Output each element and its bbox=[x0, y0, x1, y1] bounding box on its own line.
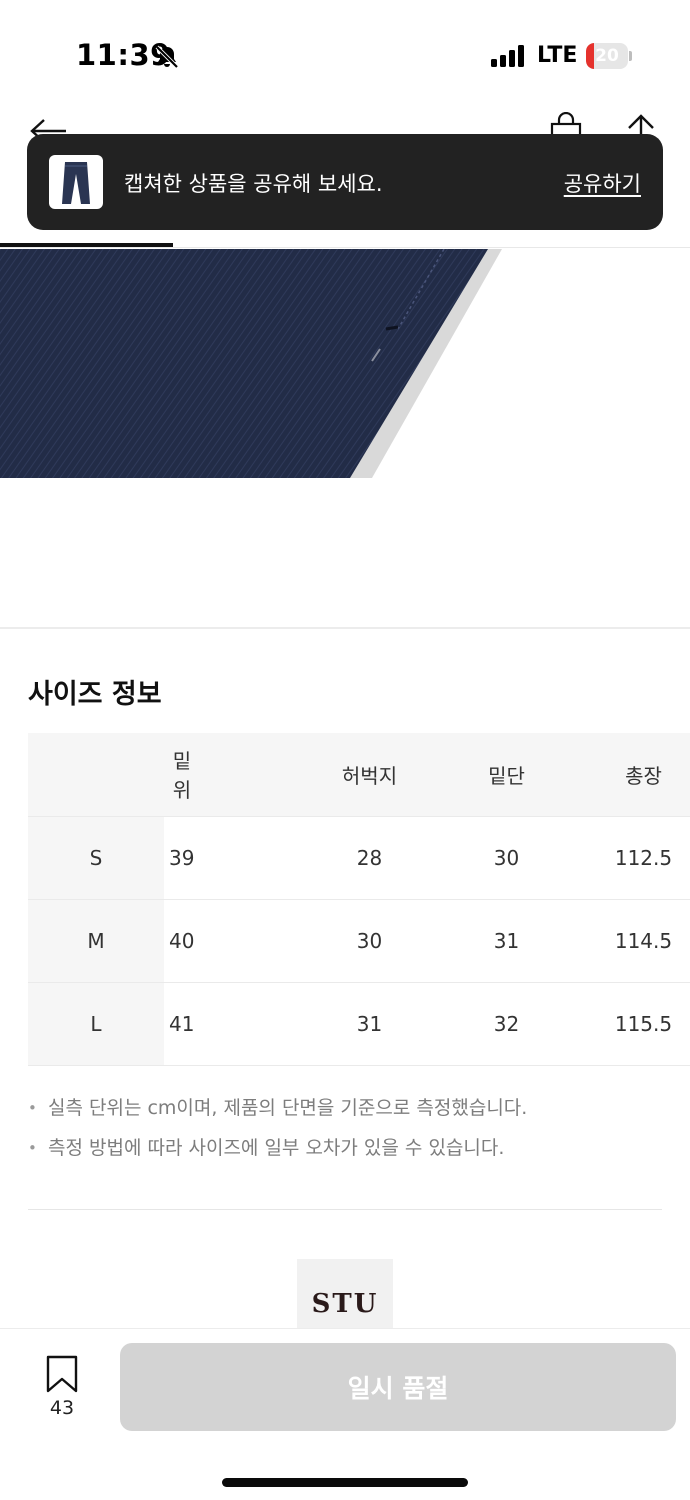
brand-logo[interactable]: STU bbox=[297, 1259, 393, 1329]
toast-thumbnail bbox=[49, 155, 103, 209]
size-notes: 실측 단위는 cm이며, 제품의 단면을 기준으로 측정했습니다. 측정 방법에… bbox=[28, 1094, 662, 1174]
size-table-header: 밑위 허벅지 밑단 총장 bbox=[28, 733, 690, 816]
bookmark-button[interactable]: 43 bbox=[36, 1355, 88, 1425]
table-cell: 31 bbox=[301, 981, 438, 1066]
size-table: 밑위 허벅지 밑단 총장 S 39 28 30 112.5 M 40 30 31… bbox=[28, 733, 690, 1066]
header-cell: 총장 bbox=[575, 733, 690, 816]
home-indicator[interactable] bbox=[222, 1478, 468, 1487]
divider bbox=[28, 1209, 662, 1210]
size-label: M bbox=[28, 898, 164, 982]
table-cell: 39 bbox=[164, 815, 301, 899]
size-label: L bbox=[28, 981, 164, 1066]
table-row: L 41 31 32 115.5 bbox=[28, 981, 690, 1066]
header-cell: 허벅지 bbox=[301, 733, 438, 816]
table-cell: 30 bbox=[301, 898, 438, 982]
header-cell: 밑단 bbox=[438, 733, 575, 816]
table-row: M 40 30 31 114.5 bbox=[28, 898, 690, 982]
header-cell bbox=[28, 733, 164, 816]
battery-level: 20 bbox=[595, 46, 619, 66]
bell-slash-icon bbox=[155, 45, 179, 69]
size-label: S bbox=[28, 815, 164, 899]
table-cell: 30 bbox=[438, 815, 575, 899]
toast-message: 캡쳐한 상품을 공유해 보세요. bbox=[124, 172, 383, 196]
table-cell: 40 bbox=[164, 898, 301, 982]
size-note: 실측 단위는 cm이며, 제품의 단면을 기준으로 측정했습니다. bbox=[28, 1094, 662, 1134]
size-info-title: 사이즈 정보 bbox=[28, 679, 162, 710]
bottom-action-bar: 43 일시 품절 bbox=[0, 1328, 690, 1500]
jeans-icon bbox=[62, 162, 90, 204]
section-divider bbox=[0, 627, 690, 629]
network-type: LTE bbox=[537, 43, 578, 68]
size-note: 측정 방법에 따라 사이즈에 일부 오차가 있을 수 있습니다. bbox=[28, 1134, 662, 1174]
share-toast: 캡쳐한 상품을 공유해 보세요. 공유하기 bbox=[27, 134, 663, 230]
signal-icon bbox=[491, 45, 524, 67]
product-image bbox=[0, 249, 502, 478]
table-cell: 31 bbox=[438, 898, 575, 982]
soldout-button[interactable]: 일시 품절 bbox=[120, 1343, 676, 1431]
toast-share-link[interactable]: 공유하기 bbox=[564, 168, 641, 198]
table-cell: 112.5 bbox=[575, 815, 690, 899]
table-cell: 115.5 bbox=[575, 981, 690, 1066]
bookmark-icon bbox=[46, 1355, 78, 1393]
brand-logo-text: STU bbox=[311, 1289, 379, 1319]
status-bar: 11:39 LTE 20 bbox=[0, 0, 690, 100]
tab-divider bbox=[0, 247, 690, 248]
table-cell: 32 bbox=[438, 981, 575, 1066]
table-row: S 39 28 30 112.5 bbox=[28, 815, 690, 899]
table-cell: 114.5 bbox=[575, 898, 690, 982]
bookmark-count: 43 bbox=[49, 1397, 75, 1419]
table-cell: 28 bbox=[301, 815, 438, 899]
header-cell: 밑위 bbox=[164, 733, 301, 816]
table-cell: 41 bbox=[164, 981, 301, 1066]
battery-icon: 20 bbox=[586, 43, 632, 69]
